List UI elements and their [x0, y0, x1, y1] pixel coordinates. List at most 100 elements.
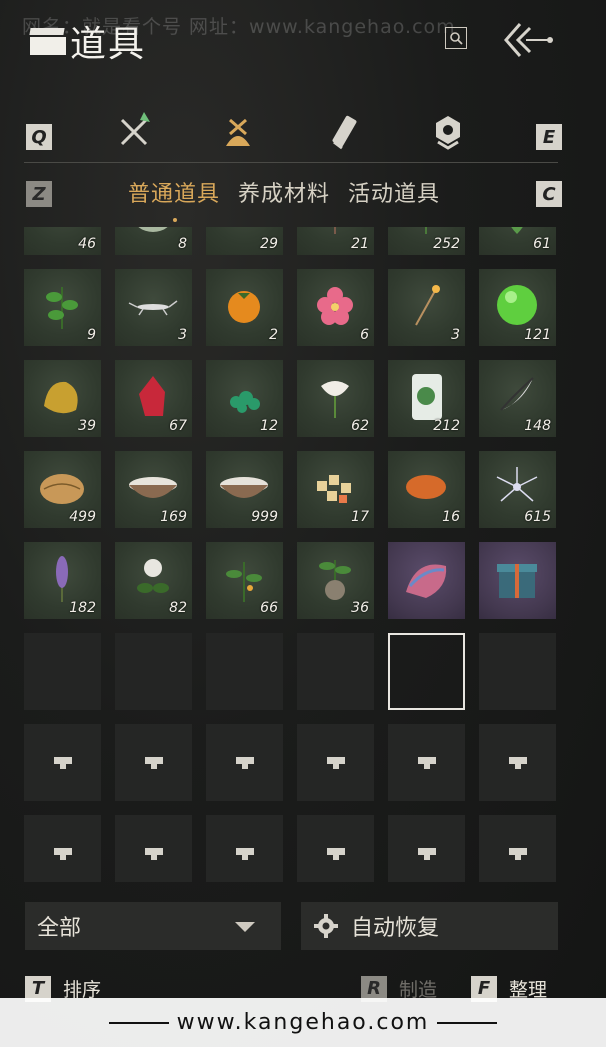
item-slot-green-gems[interactable]: 12 — [206, 360, 283, 437]
empty-slot[interactable] — [24, 633, 101, 710]
lock-icon — [144, 756, 163, 769]
item-slot-melon[interactable]: 8 — [115, 227, 192, 255]
item-slot-feather[interactable]: 148 — [479, 360, 556, 437]
subtab-event-items[interactable]: 活动道具 — [348, 176, 440, 208]
item-slot-jade-orb[interactable]: 121 — [479, 269, 556, 346]
header: 道具 — [28, 18, 146, 65]
item-slot-rice-bowl[interactable]: 999 — [206, 451, 283, 528]
item-slot-root-plant[interactable]: 36 — [297, 542, 374, 619]
locked-slot[interactable] — [206, 724, 283, 801]
subtab-materials[interactable]: 养成材料 — [238, 176, 330, 208]
lock-icon — [235, 847, 254, 860]
item-slot-pink-flower[interactable]: 6 — [297, 269, 374, 346]
locked-slot[interactable] — [297, 724, 374, 801]
locked-slot[interactable] — [479, 724, 556, 801]
locked-slot[interactable] — [388, 815, 465, 882]
item-slot-lavender[interactable]: 182 — [24, 542, 101, 619]
empty-slot-selected[interactable] — [388, 633, 465, 710]
divider — [24, 162, 558, 163]
subtab-normal-items[interactable]: 普通道具 — [128, 176, 220, 222]
watermark-url: www.kangehao.com — [176, 1010, 430, 1035]
root-plant-icon — [319, 560, 351, 600]
item-slot-scorpion[interactable]: 3 — [115, 269, 192, 346]
empty-slot[interactable] — [297, 633, 374, 710]
red-crystal-icon — [139, 376, 165, 416]
auto-restore-button[interactable]: 自动恢复 — [301, 902, 558, 950]
melon-icon — [138, 227, 168, 232]
item-count: 16 — [442, 509, 460, 525]
item-slot-root[interactable]: 46 — [24, 227, 101, 255]
item-slot-branch[interactable]: 21 — [297, 227, 374, 255]
item-count: 3 — [451, 327, 460, 343]
bundle-icon — [226, 118, 250, 146]
item-slot-silver-flower[interactable]: 615 — [479, 451, 556, 528]
item-count: 148 — [524, 418, 551, 434]
locked-slot[interactable] — [115, 724, 192, 801]
empty-slot[interactable] — [206, 633, 283, 710]
item-count: 999 — [251, 509, 278, 525]
item-slot-milk-bowl[interactable]: 169 — [115, 451, 192, 528]
empty-slot[interactable] — [115, 633, 192, 710]
search-button[interactable] — [445, 27, 467, 49]
locked-slot[interactable] — [24, 724, 101, 801]
category-tabs — [90, 110, 510, 164]
lavender-icon — [56, 556, 68, 602]
silk-bundle-icon — [406, 564, 447, 598]
item-slot-incense[interactable]: 3 — [388, 269, 465, 346]
tab-badges[interactable] — [426, 110, 470, 154]
item-slot-silk-bundle[interactable] — [388, 542, 465, 619]
item-count: 67 — [169, 418, 187, 434]
tab-items[interactable] — [216, 110, 260, 154]
item-count: 46 — [78, 236, 96, 252]
item-slot-persimmon[interactable]: 2 — [206, 269, 283, 346]
search-icon — [450, 32, 463, 45]
scroll-icon — [332, 115, 357, 150]
item-slot-white-flower[interactable]: 62 — [297, 360, 374, 437]
item-count: 9 — [87, 327, 96, 343]
item-slot-jade-plant[interactable]: 212 — [388, 360, 465, 437]
item-slot-white-bloom[interactable]: 82 — [115, 542, 192, 619]
item-slot-leaf[interactable]: 61 — [479, 227, 556, 255]
locked-slot[interactable] — [115, 815, 192, 882]
locked-slot[interactable] — [388, 724, 465, 801]
filter-dropdown[interactable]: 全部 — [25, 902, 281, 950]
silver-flower-icon — [496, 467, 538, 502]
item-count: 29 — [260, 236, 278, 252]
back-button[interactable] — [500, 20, 560, 60]
item-slot-sweets[interactable]: 17 — [297, 451, 374, 528]
item-count: 39 — [78, 418, 96, 434]
item-count: 499 — [69, 509, 96, 525]
inventory-box-icon — [28, 25, 66, 57]
key-q[interactable]: Q — [26, 124, 52, 150]
item-slot-orange-stone[interactable]: 16 — [388, 451, 465, 528]
item-slot-gold-ore[interactable]: 39 — [24, 360, 101, 437]
item-count: 3 — [178, 327, 187, 343]
locked-slot[interactable] — [24, 815, 101, 882]
lock-icon — [144, 847, 163, 860]
gift-box-icon — [497, 564, 537, 598]
item-slot-mint[interactable]: 9 — [24, 269, 101, 346]
tab-equipment[interactable] — [112, 110, 156, 154]
item-slot-shell[interactable]: 499 — [24, 451, 101, 528]
auto-restore-label: 自动恢复 — [351, 916, 440, 941]
key-e[interactable]: E — [536, 124, 562, 150]
item-count: 66 — [260, 600, 278, 616]
item-slot-sacks[interactable]: 29 — [206, 227, 283, 255]
badge-icon — [436, 116, 460, 150]
white-flower-icon — [321, 381, 349, 418]
key-c[interactable]: C — [536, 181, 562, 207]
item-slot-gift-box[interactable] — [479, 542, 556, 619]
tab-scrolls[interactable] — [322, 110, 366, 154]
locked-slot[interactable] — [206, 815, 283, 882]
lock-icon — [326, 756, 345, 769]
item-slot-berry-plant[interactable]: 66 — [206, 542, 283, 619]
jade-plant-icon — [412, 374, 442, 420]
locked-slot[interactable] — [297, 815, 374, 882]
key-z[interactable]: Z — [26, 181, 52, 207]
empty-slot[interactable] — [479, 633, 556, 710]
item-slot-red-crystal[interactable]: 67 — [115, 360, 192, 437]
white-bloom-icon — [137, 559, 169, 593]
rice-bowl-icon — [220, 477, 268, 498]
locked-slot[interactable] — [479, 815, 556, 882]
item-slot-herb[interactable]: 252 — [388, 227, 465, 255]
